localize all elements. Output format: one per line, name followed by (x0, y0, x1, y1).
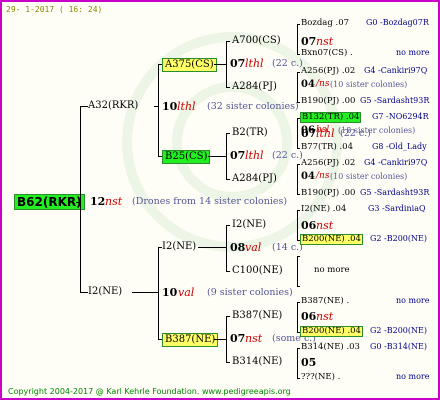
root-note: (Drones from 14 sister colonies) (132, 196, 288, 207)
gen2-b387-node[interactable]: B387(NE) (162, 333, 219, 347)
gen3-b387ne-node[interactable]: B387(NE) (232, 311, 282, 321)
gen1-upper-note: (32 sister colonies) (207, 101, 299, 112)
gen4-row-3b-note: (10 sister colonies) (330, 80, 408, 89)
gen2-i2-node[interactable]: I2(NE) (162, 242, 196, 252)
gen4-row-13-label[interactable]: B200(NE) .04 (300, 326, 363, 337)
footer-copyright: Copyright 2004-2017 @ Karl Kehrle Founda… (8, 387, 291, 396)
pedigree-frame: 29- 1-2017 ( 16: 24) B62(RKR) 12 nst (Dr… (0, 0, 440, 400)
gen4-row-14-label[interactable]: B314(NE) .03 (301, 343, 360, 352)
gen4-row-2-label[interactable]: Bxn07(CS) . (301, 49, 353, 58)
gen2-b25-year: 07 (230, 149, 246, 162)
gen4-row-3-code: G4 -Cankiri97Q (364, 66, 428, 75)
gen3-b387ne-year: 06 (301, 310, 317, 323)
gen2-a375-year: 07 (230, 57, 246, 70)
gen1-lower-node[interactable]: I2(NE) (88, 287, 122, 297)
root-mark: nst (105, 195, 123, 208)
gen2-i2-year: 08 (230, 241, 246, 254)
gen4-row-6-label[interactable]: B77(TR) .04 (301, 143, 353, 152)
gen2-b25-mark: lthl (245, 149, 264, 162)
root-year: 12 (90, 195, 106, 208)
gen3-a700-year: 07 (301, 35, 317, 48)
root-node[interactable]: B62(RKR) (14, 194, 85, 210)
gen4-row-7-code: G4 -Cankiri97Q (364, 158, 428, 167)
gen4-row-6-code: G8 -Old_Lady (372, 142, 427, 151)
gen3-a700-mark: nst (316, 35, 334, 48)
gen4-row-7b-mark: /ns (316, 171, 330, 181)
gen3-a284b-node[interactable]: A284(PJ) (232, 174, 277, 184)
gen4-row-11-label: no more (314, 265, 350, 275)
gen4-row-1-code: G0 -Bozdag07R (366, 18, 429, 27)
gen1-lower-year: 10 (162, 286, 178, 299)
gen4-row-5-code: G7 -NO6294R (372, 112, 429, 121)
gen1-upper-year: 10 (162, 100, 178, 113)
gen2-b387-year: 07 (230, 332, 246, 345)
gen2-i2-note: (14 c.) (272, 242, 303, 253)
gen4-row-12-label[interactable]: B387(NE) . (301, 297, 349, 306)
gen3-i2ne-mark: nst (316, 219, 334, 232)
gen2-b387-mark: nst (245, 332, 263, 345)
gen4-row-13-code: G2 -B200(NE) (370, 326, 427, 335)
gen1-upper-node[interactable]: A32(RKR) (88, 101, 138, 111)
gen4-row-9-label[interactable]: I2(NE) .04 (301, 205, 346, 214)
gen4-row-7b-note: (10 sister colonies) (330, 172, 408, 181)
gen4-row-1-label[interactable]: Bozdag .07 (301, 19, 349, 28)
gen3-c100-node[interactable]: C100(NE) (232, 266, 283, 276)
gen3-i2ne-node[interactable]: I2(NE) (232, 220, 266, 230)
gen4-row-10-label[interactable]: B200(NE) .04 (300, 234, 363, 245)
gen4-row-8-code: G5 -Sardasht93R (360, 188, 430, 197)
gen3-i2ne-year: 06 (301, 219, 317, 232)
gen3-b314-year: 05 (301, 356, 317, 369)
gen4-row-5-label[interactable]: B132(TR) .04 (300, 112, 362, 123)
gen4-row-10-code: G2 -B200(NE) (370, 234, 427, 243)
gen3-b387ne-mark: nst (316, 310, 334, 323)
gen4-row-8-label[interactable]: B190(PJ) .00 (301, 189, 355, 198)
gen4-row-4-label[interactable]: B190(PJ) .00 (301, 97, 355, 106)
gen4-row-3b-year: 04 (301, 79, 315, 90)
gen1-lower-mark: val (178, 286, 195, 299)
gen3-b314-node[interactable]: B314(NE) (232, 357, 282, 367)
gen4-row-7b-year: 04 (301, 171, 315, 182)
header-date: 29- 1-2017 ( 16: 24) (6, 5, 103, 14)
gen4-row-7-label[interactable]: A256(PJ) .02 (301, 159, 355, 168)
gen1-upper-mark: lthl (177, 100, 196, 113)
gen4-row-12-code: no more (396, 296, 430, 305)
gen4-row-9-code: G3 -SardiniaQ (368, 204, 426, 213)
gen3-a284a-node[interactable]: A284(PJ) (232, 82, 277, 92)
gen4-row-4-code: G5 -Sardasht93R (360, 96, 430, 105)
gen3-a700-node[interactable]: A700(CS) (232, 36, 281, 46)
gen2-a375-note: (22 c.) (272, 58, 303, 69)
gen2-b25-note: (22 c.) (272, 150, 303, 161)
gen4-row-3b-mark: /ns (316, 79, 330, 89)
gen3-b2-node[interactable]: B2(TR) (232, 128, 268, 138)
gen4-row-5b-note: (18 sister colonies) (338, 126, 416, 135)
gen2-b25-node[interactable]: B25(CS) (162, 150, 211, 164)
gen1-lower-note: (9 sister colonies) (207, 287, 293, 298)
gen2-a375-node[interactable]: A375(CS) (162, 58, 217, 72)
gen4-row-5b-year: 06 (301, 125, 315, 136)
gen4-row-5b-mark: bsl (316, 125, 330, 135)
gen4-row-3-label[interactable]: A256(PJ) .02 (301, 67, 355, 76)
gen4-row-15-code: no more (396, 372, 430, 381)
gen4-row-15-label[interactable]: ???(NE) . (301, 373, 340, 382)
gen4-row-2-code: no more (396, 48, 430, 57)
gen2-a375-mark: lthl (245, 57, 264, 70)
gen2-i2-mark: val (245, 241, 262, 254)
gen4-row-14-code: G0 -B314(NE) (370, 342, 427, 351)
